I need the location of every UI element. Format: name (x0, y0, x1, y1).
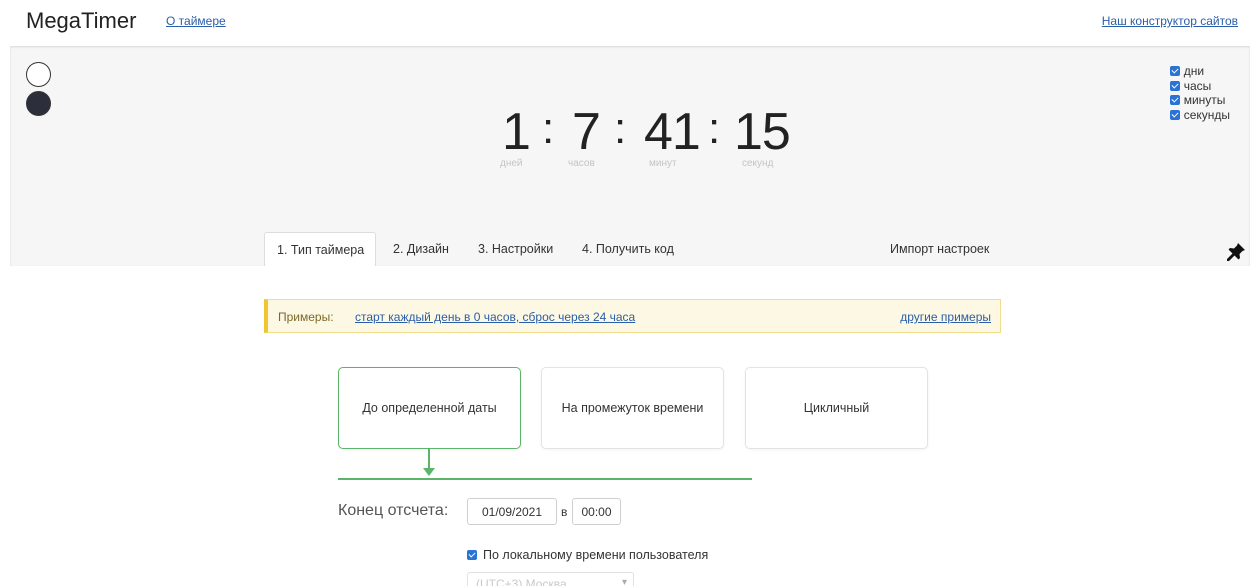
checkbox-checked-icon[interactable] (467, 550, 477, 560)
dark-theme-swatch[interactable] (26, 91, 51, 116)
type-card-time-interval[interactable]: На промежуток времени (541, 367, 724, 449)
hours-unit: часов (568, 158, 595, 169)
hours-value: 7 (572, 103, 601, 161)
at-label: в (561, 505, 568, 519)
more-examples-link[interactable]: другие примеры (900, 310, 991, 324)
tab-timer-type[interactable]: 1. Тип таймера (264, 232, 376, 266)
unit-toggles: дни часы минуты секунды (1169, 64, 1230, 123)
separator: : (708, 104, 721, 153)
checkbox-checked-icon[interactable] (1169, 80, 1180, 91)
site-builder-link[interactable]: Наш конструктор сайтов (1102, 14, 1238, 28)
toggle-minutes[interactable]: минуты (1169, 93, 1230, 108)
checkbox-checked-icon[interactable] (1169, 109, 1180, 120)
end-of-count-label: Конец отсчета: (338, 502, 449, 519)
tab-import-settings[interactable]: Импорт настроек (878, 232, 1001, 266)
pin-icon[interactable] (1226, 242, 1246, 262)
minutes-value: 41 (644, 103, 701, 161)
tab-get-code[interactable]: 4. Получить код (570, 232, 686, 266)
seconds-value: 15 (734, 103, 791, 161)
examples-label: Примеры: (278, 310, 334, 324)
end-time-input[interactable] (572, 498, 621, 525)
separator: : (542, 104, 555, 153)
arrow-down-icon (423, 468, 435, 476)
toggle-days[interactable]: дни (1169, 64, 1230, 79)
local-time-checkbox-row[interactable]: По локальному времени пользователя (467, 548, 708, 562)
checkbox-checked-icon[interactable] (1169, 95, 1180, 106)
tab-design[interactable]: 2. Дизайн (381, 232, 461, 266)
selection-divider (338, 478, 752, 480)
type-card-fixed-date[interactable]: До определенной даты (338, 367, 521, 449)
end-date-input[interactable] (467, 498, 557, 525)
days-unit: дней (500, 158, 523, 169)
top-header: MegaTimer О таймере Наш конструктор сайт… (0, 0, 1250, 44)
examples-notice: Примеры: старт каждый день в 0 часов, сб… (264, 299, 1001, 333)
toggle-hours[interactable]: часы (1169, 79, 1230, 94)
example-link[interactable]: старт каждый день в 0 часов, сброс через… (355, 310, 635, 324)
local-time-label: По локальному времени пользователя (483, 548, 709, 562)
chevron-down-icon: ▾ (621, 577, 627, 586)
checkbox-checked-icon[interactable] (1169, 66, 1180, 77)
tab-settings[interactable]: 3. Настройки (466, 232, 565, 266)
timezone-value: (UTC+3) Москва (476, 577, 567, 586)
seconds-unit: секунд (742, 158, 774, 169)
separator: : (614, 104, 627, 153)
white-theme-swatch[interactable] (26, 62, 51, 87)
about-timer-link[interactable]: О таймере (166, 14, 226, 28)
days-value: 1 (502, 103, 531, 161)
toggle-seconds[interactable]: секунды (1169, 108, 1230, 123)
timezone-select[interactable]: (UTC+3) Москва ▾ (467, 572, 634, 586)
brand-logo[interactable]: MegaTimer (26, 8, 136, 34)
type-card-cyclic[interactable]: Цикличный (745, 367, 928, 449)
minutes-unit: минут (649, 158, 677, 169)
